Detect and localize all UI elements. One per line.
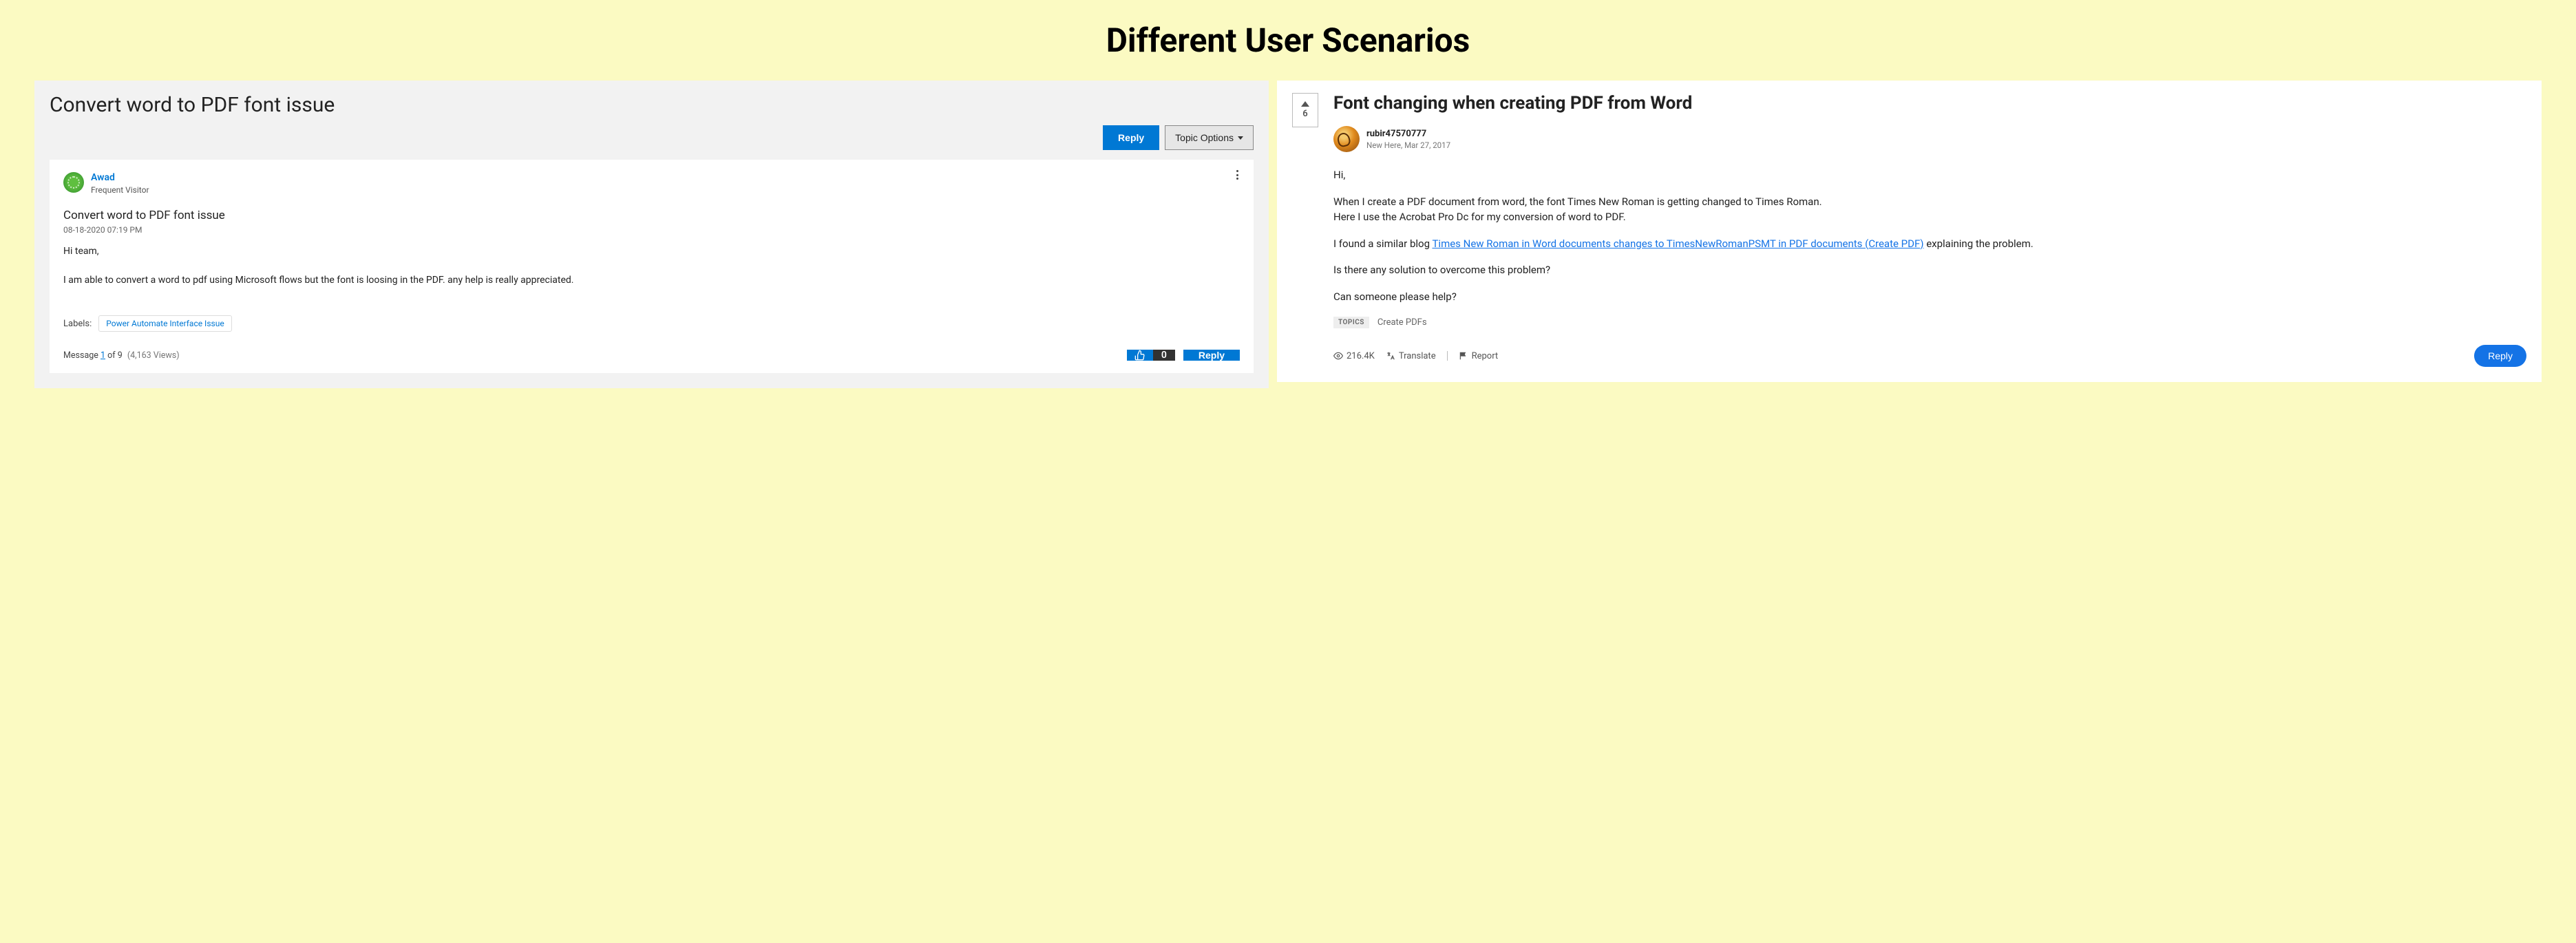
thread-title: Convert word to PDF font issue <box>50 93 1254 117</box>
translate-label: Translate <box>1399 351 1436 361</box>
post-body-line: Can someone please help? <box>1333 289 2526 305</box>
post-card: Awad Frequent Visitor Convert word to PD… <box>50 160 1254 373</box>
post-title: Convert word to PDF font issue <box>63 209 1240 222</box>
post-body-line: Here I use the Acrobat Pro Dc for my con… <box>1333 209 2526 225</box>
kudos-button-group: 0 <box>1127 350 1175 361</box>
message-prefix: Message <box>63 350 101 361</box>
forum-post-right: 6 Font changing when creating PDF from W… <box>1277 81 2542 382</box>
post-body: Hi team, I am able to convert a word to … <box>63 244 1240 288</box>
thumbs-up-icon <box>1134 350 1146 361</box>
post-body-line: I am able to convert a word to pdf using… <box>63 273 1240 288</box>
topics-value[interactable]: Create PDFs <box>1377 317 1427 328</box>
avatar[interactable] <box>63 172 84 193</box>
views-count: (4,163 Views) <box>125 350 180 361</box>
related-blog-link[interactable]: Times New Roman in Word documents change… <box>1432 237 1923 250</box>
forum-post-left: Convert word to PDF font issue Reply Top… <box>34 81 1269 388</box>
post-menu-icon[interactable] <box>1232 169 1243 180</box>
report-button[interactable]: Report <box>1459 351 1499 361</box>
page-title: Different User Scenarios <box>34 21 2542 60</box>
message-info: Message 1 of 9 (4,163 Views) <box>63 350 180 361</box>
caret-down-icon <box>1238 136 1243 140</box>
translate-icon <box>1386 351 1395 361</box>
reply-button-card[interactable]: Reply <box>1183 350 1240 361</box>
panels-container: Convert word to PDF font issue Reply Top… <box>34 81 2542 388</box>
thread-title: Font changing when creating PDF from Wor… <box>1333 93 2526 114</box>
upvote-button[interactable]: 6 <box>1292 93 1318 127</box>
message-number-link[interactable]: 1 <box>101 350 105 361</box>
post-body-line: Hi team, <box>63 244 1240 259</box>
post-body: Hi, When I create a PDF document from wo… <box>1333 167 2526 304</box>
upvote-count: 6 <box>1302 109 1307 119</box>
avatar[interactable] <box>1333 126 1360 152</box>
post-body-line: When I create a PDF document from word, … <box>1333 194 2526 210</box>
label-chip[interactable]: Power Automate Interface Issue <box>98 315 231 332</box>
report-label: Report <box>1472 351 1499 361</box>
message-of: of 9 <box>105 350 123 361</box>
flag-icon <box>1459 351 1468 361</box>
labels-caption: Labels: <box>63 319 92 329</box>
post-body-line: I found a similar blog Times New Roman i… <box>1333 236 2526 252</box>
views-count: 216.4K <box>1333 351 1375 361</box>
kudos-count: 0 <box>1153 350 1175 361</box>
topic-options-dropdown[interactable]: Topic Options <box>1165 125 1254 150</box>
post-body-line: Is there any solution to overcome this p… <box>1333 262 2526 278</box>
user-role: Frequent Visitor <box>91 185 149 195</box>
user-meta: New Here, Mar 27, 2017 <box>1366 140 1450 150</box>
post-body-line: Hi, <box>1333 167 2526 183</box>
topics-badge: TOPICS <box>1333 317 1369 328</box>
translate-button[interactable]: Translate <box>1386 351 1436 361</box>
post-body-text: I found a similar blog <box>1333 237 1432 250</box>
post-body-text: explaining the problem. <box>1923 237 2033 250</box>
upvote-arrow-icon <box>1301 101 1309 107</box>
divider <box>1447 351 1448 361</box>
views-value: 216.4K <box>1347 351 1375 361</box>
username-link[interactable]: rubir47570777 <box>1366 129 1450 139</box>
kudos-button[interactable] <box>1127 350 1153 361</box>
eye-icon <box>1333 351 1343 361</box>
post-date: 08-18-2020 07:19 PM <box>63 225 1240 235</box>
reply-button[interactable]: Reply <box>2474 345 2526 367</box>
username-link[interactable]: Awad <box>91 172 149 183</box>
topic-options-label: Topic Options <box>1175 132 1234 143</box>
reply-button[interactable]: Reply <box>1103 125 1159 150</box>
